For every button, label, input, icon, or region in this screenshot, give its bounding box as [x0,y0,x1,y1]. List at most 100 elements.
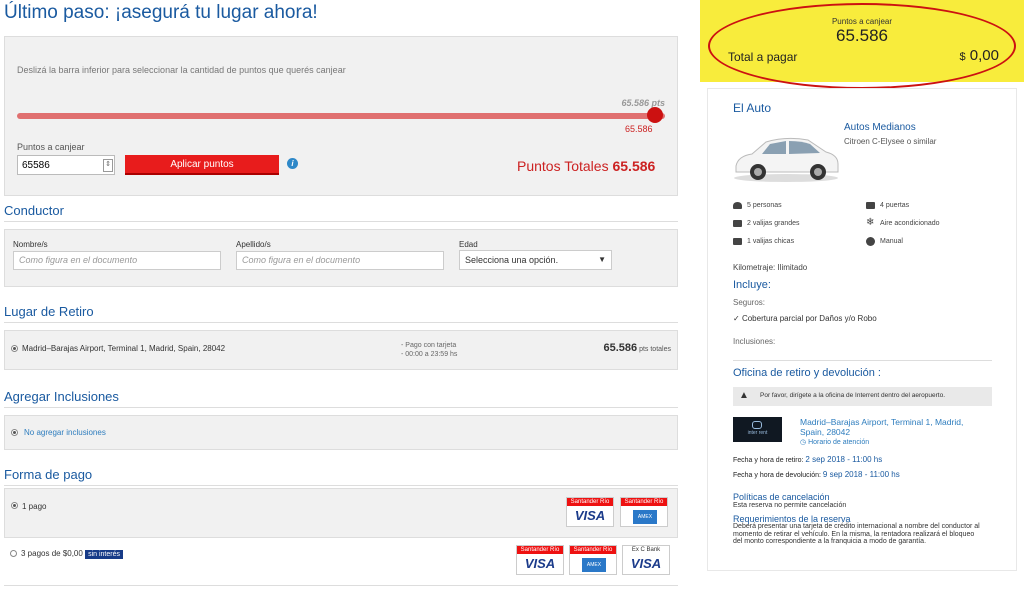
feature-transmission: Manual [880,238,903,245]
feature-small-bags: 1 valijas chicas [747,238,795,245]
cancel-policy-text: Esta reserva no permite cancelación [733,502,847,509]
slider-hint: Deslizá la barra inferior para seleccion… [17,65,346,75]
car-section-title: El Auto [733,101,772,115]
amex-card-logo: Santander Río AMEX [569,545,617,575]
dropdown-arrow-icon: ▼ [598,255,606,264]
age-select-value: Selecciona una opción. [465,255,559,265]
requirements-text: Deberá presentar una tarjeta de crédito … [733,523,980,545]
feature-doors: 4 puertas [880,202,910,209]
inclusions-option[interactable]: No agregar inclusiones [4,415,678,450]
divider [4,221,678,222]
payment-1-radio[interactable] [11,502,18,509]
pickup-radio[interactable] [11,345,18,352]
divider [4,322,678,323]
visa-label: VISA [524,556,556,571]
inclusions-section-title: Agregar Inclusiones [4,389,119,404]
pickup-option[interactable]: Madrid–Barajas Airport, Terminal 1, Madr… [4,330,678,370]
points-slider-track[interactable] [17,113,665,119]
visa-label: VISA [630,556,662,571]
bank-label: Ex C Bank [623,546,669,554]
pickup-date: Fecha y hora de retiro: 2 sep 2018 - 11:… [733,455,883,464]
max-points-label: 65.586 pts [621,98,665,108]
name-label: Nombre/s [13,240,48,249]
info-icon[interactable]: i [287,158,298,169]
age-label: Edad [459,240,478,249]
slider-value: 65.586 [625,124,653,134]
car-image [734,137,839,182]
payment-3-radio[interactable] [10,550,17,557]
payment-section-title: Forma de pago [4,467,93,482]
driver-form: Nombre/s Como figura en el documento Ape… [4,229,678,287]
bank-label: Santander Río [621,498,667,506]
warning-banner: ▲ Por favor, dirígete a la oficina de In… [733,387,992,406]
insurance-label: Seguros: [733,298,766,307]
divider [4,485,678,486]
age-select[interactable]: Selecciona una opción. ▼ [459,250,612,270]
summary-points-label: Puntos a canjear [831,17,893,26]
return-date: Fecha y hora de devolución: 9 sep 2018 -… [733,470,900,479]
logo-text: inter rent [747,430,768,436]
highlight-circle [708,3,1016,89]
cancel-policy-title: Políticas de cancelación [733,492,830,502]
car-logo-icon [752,421,762,429]
payment-option-1[interactable]: 1 pago Santander Río VISA Santander Río … [4,488,678,538]
bag-icon [733,238,742,245]
warning-icon: ▲ [739,390,749,401]
apply-points-button[interactable]: Aplicar puntos [125,155,279,175]
feature-ac: Aire acondicionado [880,220,940,227]
total-label: Total a pagar [728,50,798,64]
includes-title: Incluye: [733,279,771,291]
door-icon [866,202,875,209]
points-input-label: Puntos a canjear [17,142,85,152]
hours-note: - 00:00 a 23:59 hs [401,351,458,358]
snowflake-icon: ❄ [866,217,875,228]
divider [4,585,678,586]
bank-label: Santander Río [517,546,563,554]
office-title: Oficina de retiro y devolución : [733,367,881,379]
feature-persons: 5 personas [747,202,782,209]
interest-free-badge: sin interés [85,550,123,559]
suitcase-icon [733,220,742,227]
clock-icon: ◷ [800,439,807,446]
points-input[interactable] [17,155,115,175]
divider [733,360,992,361]
divider [4,407,678,408]
gearshift-icon [866,237,875,246]
inclusions-label: Inclusiones: [733,337,776,346]
warning-text: Por favor, dirígete a la oficina de Inte… [760,392,946,399]
driver-section-title: Conductor [4,203,64,218]
amex-label: AMEX [582,558,606,572]
office-address[interactable]: Madrid–Barajas Airport, Terminal 1, Madr… [800,417,980,437]
visa-card-logo: Ex C Bank VISA [622,545,670,575]
total-value: $ 0,00 [959,47,1000,64]
hours-link[interactable]: ◷ Horario de atención [800,438,869,446]
points-slider-handle[interactable] [647,107,663,123]
total-points: Puntos Totales 65.586 [517,158,656,174]
summary-points-value: 65.586 [836,26,888,45]
surname-field[interactable]: Como figura en el documento [236,251,444,270]
redeem-points-panel: Deslizá la barra inferior para seleccion… [4,36,678,196]
car-model: Citroen C-Elysee o similar [844,137,937,146]
bank-label: Santander Río [570,546,616,554]
stepper-icon[interactable]: ⇕ [103,159,113,172]
page-title: Último paso: ¡asegurá tu lugar ahora! [4,2,318,23]
visa-card-logo: Santander Río VISA [566,497,614,527]
payment-note: - Pago con tarjeta [401,342,457,349]
pickup-location: Madrid–Barajas Airport, Terminal 1, Madr… [22,344,226,353]
no-inclusions-label[interactable]: No agregar inclusiones [24,428,106,437]
payment-1-label: 1 pago [22,502,47,511]
check-icon: ✓ [733,314,740,323]
amex-card-logo: Santander Río AMEX [620,497,668,527]
feature-large-bags: 2 valijas grandes [747,220,800,227]
bank-label: Santander Río [567,498,613,506]
person-icon [733,202,742,209]
visa-label: VISA [574,508,606,523]
surname-label: Apellido/s [236,240,271,249]
name-field[interactable]: Como figura en el documento [13,251,221,270]
pickup-points: 65.586 pts totales [603,342,671,354]
insurance-item: ✓ Cobertura parcial por Daños y/o Robo [733,314,877,323]
payment-3-label: 3 pagos de $0,00 sin interés [21,549,123,559]
amex-label: AMEX [633,510,657,524]
car-category: Autos Medianos [844,122,916,133]
inclusions-radio[interactable] [11,429,18,436]
